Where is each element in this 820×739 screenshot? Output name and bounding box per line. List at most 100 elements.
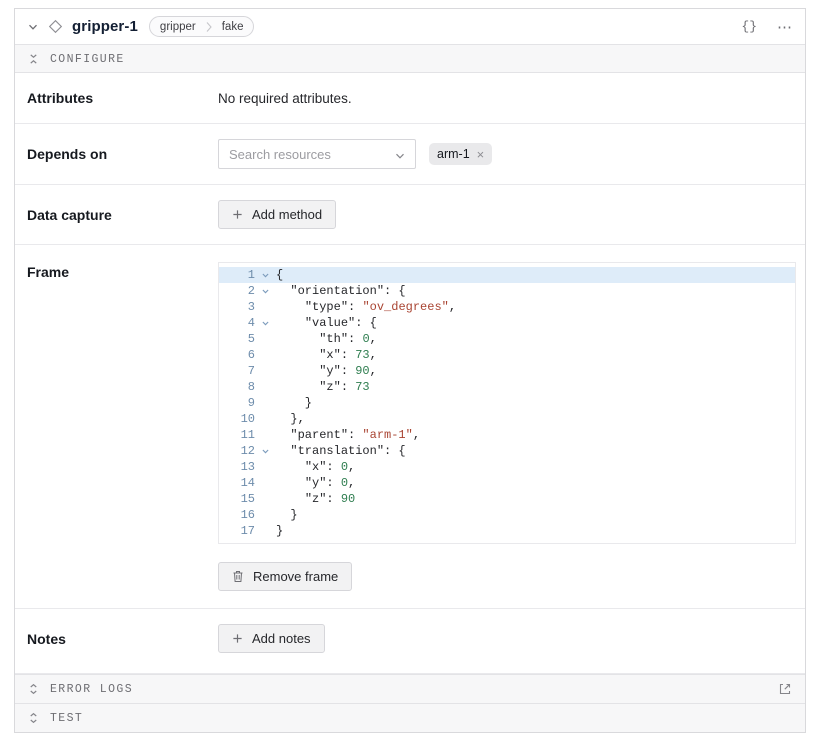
add-method-button-label: Add method [252, 207, 322, 222]
editor-line-3[interactable]: 3 "type": "ov_degrees", [219, 299, 795, 315]
code-text: "y": 0, [276, 475, 795, 491]
data-capture-row: Data capture Add method [15, 185, 805, 245]
expand-vertical-icon [28, 683, 39, 695]
line-number: 2 [219, 283, 255, 299]
editor-line-14[interactable]: 14 "y": 0, [219, 475, 795, 491]
badge-separator-chevron-icon [205, 21, 213, 33]
attributes-label: Attributes [27, 90, 218, 106]
data-capture-label: Data capture [27, 207, 218, 223]
editor-line-2[interactable]: 2 "orientation": { [219, 283, 795, 299]
code-text: "type": "ov_degrees", [276, 299, 795, 315]
editor-line-16[interactable]: 16 } [219, 507, 795, 523]
editor-line-11[interactable]: 11 "parent": "arm-1", [219, 427, 795, 443]
more-menu-icon[interactable]: ⋯ [777, 18, 793, 36]
fold-gutter-spacer [255, 427, 276, 443]
frame-label: Frame [27, 262, 218, 591]
fold-gutter-spacer [255, 459, 276, 475]
line-number: 14 [219, 475, 255, 491]
line-number: 10 [219, 411, 255, 427]
fold-gutter-spacer [255, 507, 276, 523]
open-logs-external-link-icon[interactable] [778, 682, 792, 696]
line-number: 7 [219, 363, 255, 379]
resource-card-header: gripper-1 gripper fake {} ⋯ [15, 9, 805, 44]
line-number: 11 [219, 427, 255, 443]
editor-line-4[interactable]: 4 "value": { [219, 315, 795, 331]
code-text: }, [276, 411, 795, 427]
fold-chevron-icon[interactable] [255, 267, 276, 283]
notes-label: Notes [27, 631, 218, 647]
fold-gutter-spacer [255, 491, 276, 507]
remove-dependency-icon[interactable]: × [477, 148, 485, 161]
editor-line-1[interactable]: 1{ [219, 267, 795, 283]
depends-search-input[interactable]: Search resources [218, 139, 416, 169]
frame-row: Frame 1{2 "orientation": {3 "type": "ov_… [15, 245, 805, 609]
code-text: "th": 0, [276, 331, 795, 347]
dependency-chip-arm-1[interactable]: arm-1 × [429, 143, 492, 165]
line-number: 6 [219, 347, 255, 363]
editor-line-10[interactable]: 10 }, [219, 411, 795, 427]
code-text: { [276, 267, 795, 283]
add-method-button[interactable]: Add method [218, 200, 336, 229]
add-notes-button[interactable]: Add notes [218, 624, 325, 653]
dependency-chip-label: arm-1 [437, 147, 470, 161]
error-logs-section-header[interactable]: ERROR LOGS [15, 674, 805, 703]
fold-gutter-spacer [255, 411, 276, 427]
depends-on-label: Depends on [27, 146, 218, 162]
fold-gutter-spacer [255, 379, 276, 395]
test-section-header[interactable]: TEST [15, 703, 805, 732]
code-text: "value": { [276, 315, 795, 331]
line-number: 3 [219, 299, 255, 315]
view-json-icon[interactable]: {} [741, 19, 757, 34]
remove-frame-button[interactable]: Remove frame [218, 562, 352, 591]
editor-line-17[interactable]: 17} [219, 523, 795, 539]
editor-line-12[interactable]: 12 "translation": { [219, 443, 795, 459]
fold-gutter-spacer [255, 363, 276, 379]
line-number: 5 [219, 331, 255, 347]
editor-line-7[interactable]: 7 "y": 90, [219, 363, 795, 379]
editor-line-6[interactable]: 6 "x": 73, [219, 347, 795, 363]
code-text: "orientation": { [276, 283, 795, 299]
line-number: 8 [219, 379, 255, 395]
code-text: "z": 90 [276, 491, 795, 507]
line-number: 15 [219, 491, 255, 507]
editor-line-15[interactable]: 15 "z": 90 [219, 491, 795, 507]
resource-title: gripper-1 [72, 18, 138, 35]
trash-icon [232, 570, 244, 583]
code-text: "translation": { [276, 443, 795, 459]
configure-section-label: CONFIGURE [50, 53, 125, 66]
line-number: 4 [219, 315, 255, 331]
gripper-component-icon [48, 19, 63, 34]
badge-type-label: gripper [160, 21, 196, 33]
expand-vertical-icon [28, 712, 39, 724]
line-number: 9 [219, 395, 255, 411]
code-text: "y": 90, [276, 363, 795, 379]
editor-line-13[interactable]: 13 "x": 0, [219, 459, 795, 475]
code-text: "x": 0, [276, 459, 795, 475]
fold-chevron-icon[interactable] [255, 443, 276, 459]
line-number: 17 [219, 523, 255, 539]
code-text: "x": 73, [276, 347, 795, 363]
configure-section-header[interactable]: CONFIGURE [15, 44, 805, 73]
line-number: 12 [219, 443, 255, 459]
line-number: 1 [219, 267, 255, 283]
attributes-message: No required attributes. [218, 90, 352, 106]
editor-line-9[interactable]: 9 } [219, 395, 795, 411]
frame-editor[interactable]: 1{2 "orientation": {3 "type": "ov_degree… [218, 262, 796, 544]
collapse-vertical-icon [28, 53, 39, 65]
fold-chevron-icon[interactable] [255, 315, 276, 331]
editor-line-8[interactable]: 8 "z": 73 [219, 379, 795, 395]
fold-chevron-icon[interactable] [255, 283, 276, 299]
editor-line-5[interactable]: 5 "th": 0, [219, 331, 795, 347]
collapse-card-chevron-icon[interactable] [27, 21, 39, 33]
line-number: 16 [219, 507, 255, 523]
fold-gutter-spacer [255, 331, 276, 347]
depends-search-placeholder: Search resources [229, 147, 331, 162]
plus-icon [232, 209, 243, 220]
test-section-label: TEST [50, 712, 83, 725]
resource-type-badge: gripper fake [149, 16, 255, 37]
fold-gutter-spacer [255, 347, 276, 363]
error-logs-section-label: ERROR LOGS [50, 683, 133, 696]
notes-row: Notes Add notes [15, 609, 805, 674]
remove-frame-button-label: Remove frame [253, 569, 338, 584]
code-text: "parent": "arm-1", [276, 427, 795, 443]
